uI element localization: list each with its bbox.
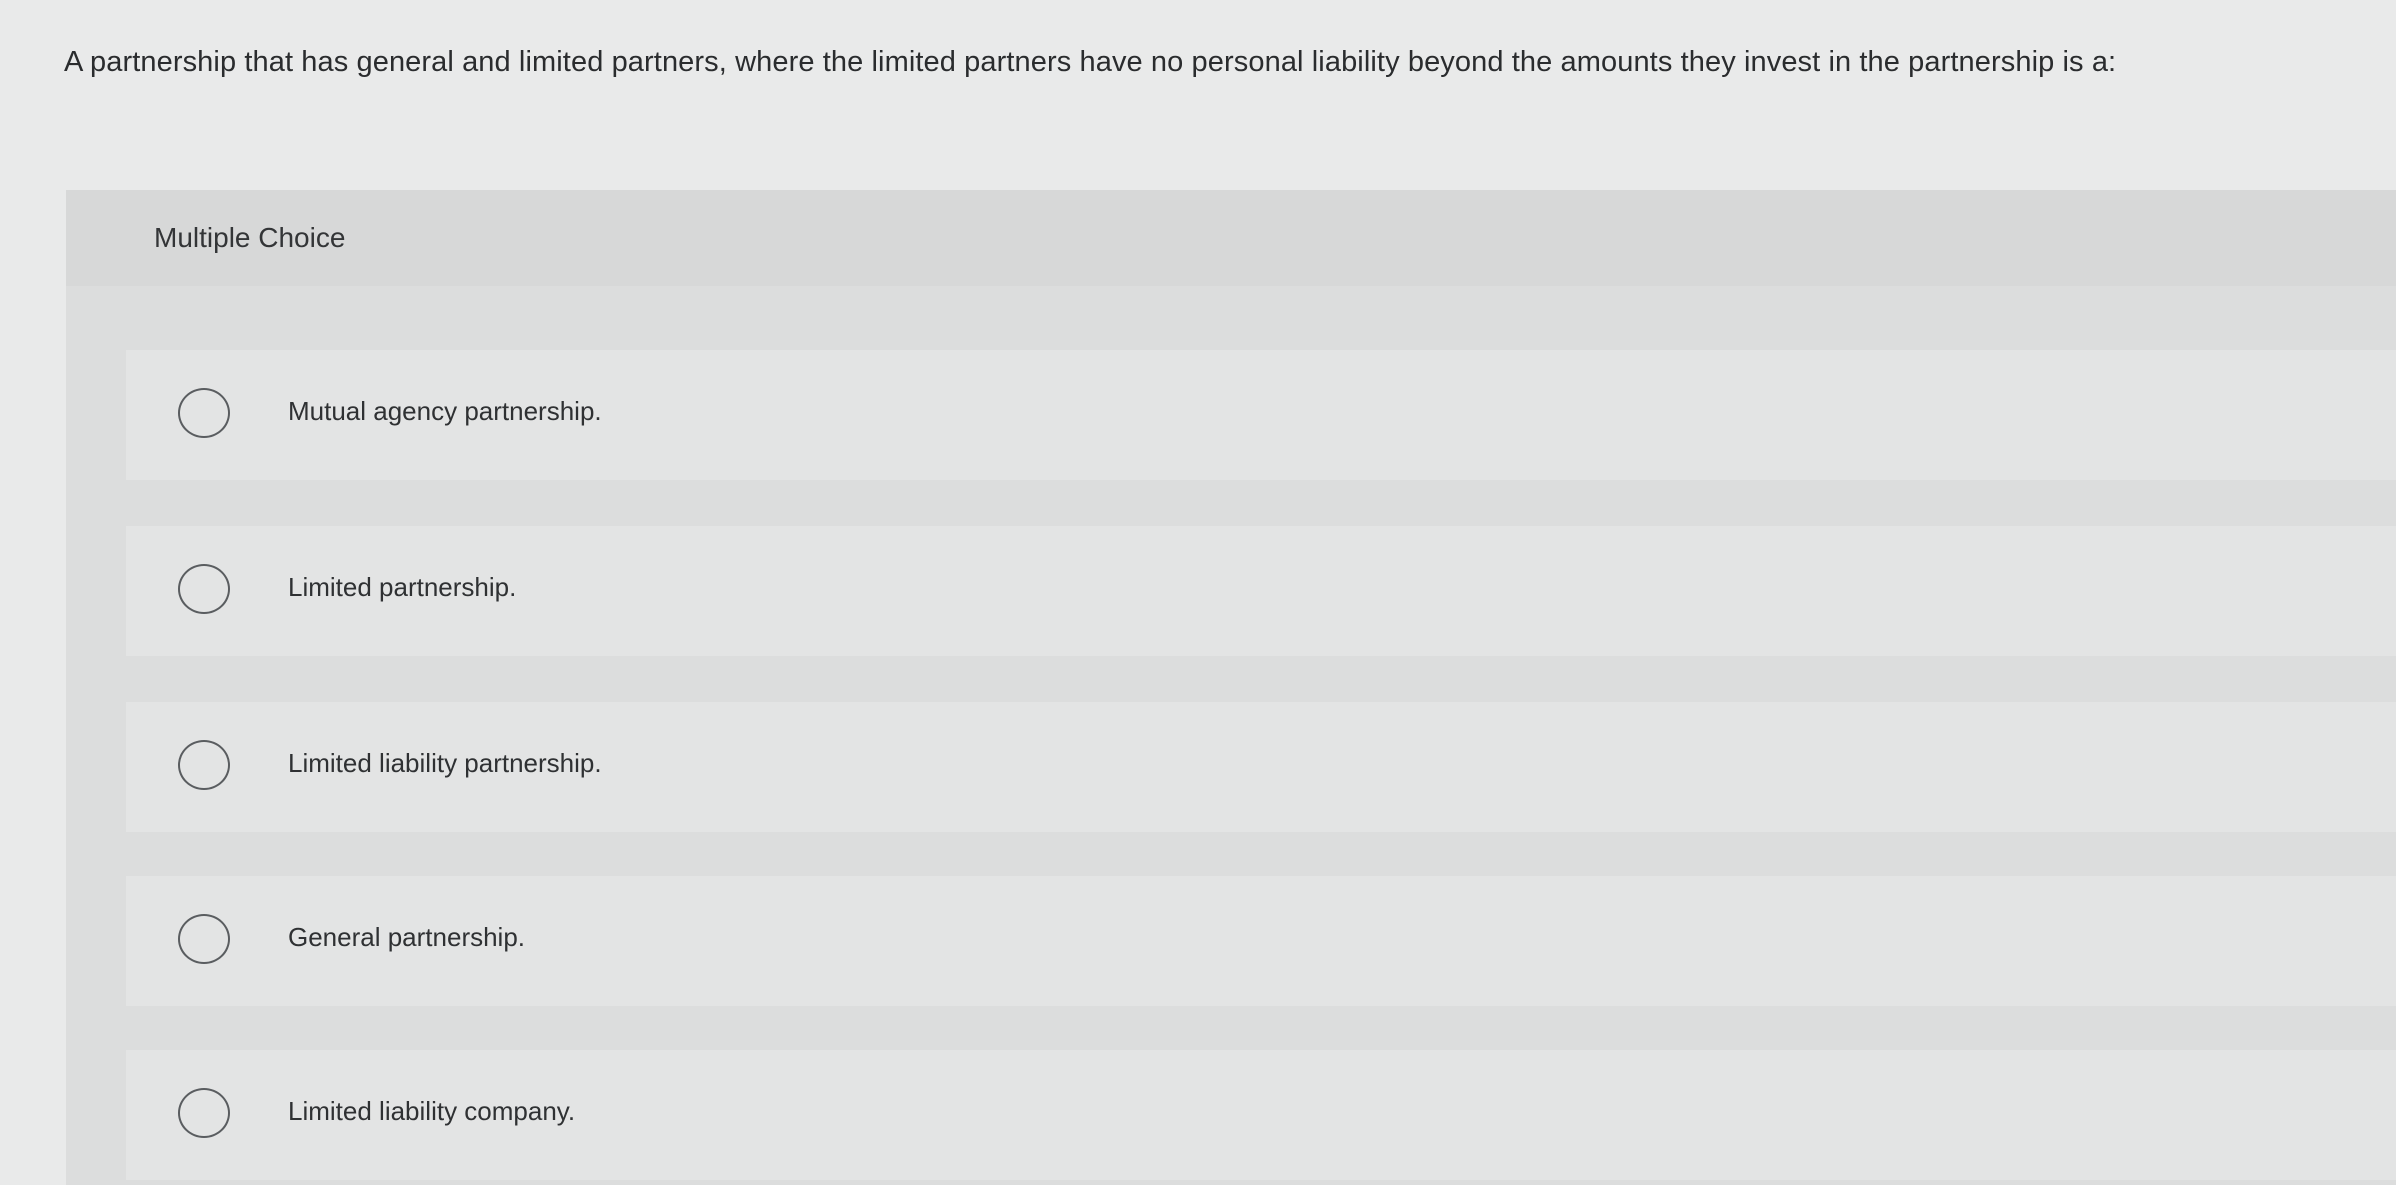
panel-header: Multiple Choice [66,190,2396,286]
answer-option-2[interactable]: Limited partnership. [126,526,2396,656]
answer-option-5[interactable]: Limited liability company. [126,1050,2396,1180]
answer-option-1[interactable]: Mutual agency partnership. [126,350,2396,480]
answer-option-label: Limited liability company. [288,1096,576,1126]
answer-option-label: General partnership. [288,922,526,952]
answer-option-label: Limited liability partnership. [288,748,602,778]
answer-option-label: Limited partnership. [288,572,517,602]
answer-panel: Multiple Choice Mutual agency partnershi… [66,190,2396,1185]
radio-button-icon[interactable] [178,1088,230,1138]
radio-button-icon[interactable] [178,914,230,964]
radio-button-icon[interactable] [178,388,230,438]
panel-title: Multiple Choice [154,222,346,253]
answer-option-3[interactable]: Limited liability partnership. [126,702,2396,832]
radio-button-icon[interactable] [178,740,230,790]
question-text: A partnership that has general and limit… [64,46,2117,78]
answer-option-4[interactable]: General partnership. [126,876,2396,1006]
answer-option-label: Mutual agency partnership. [288,396,602,426]
radio-button-icon[interactable] [178,564,230,614]
